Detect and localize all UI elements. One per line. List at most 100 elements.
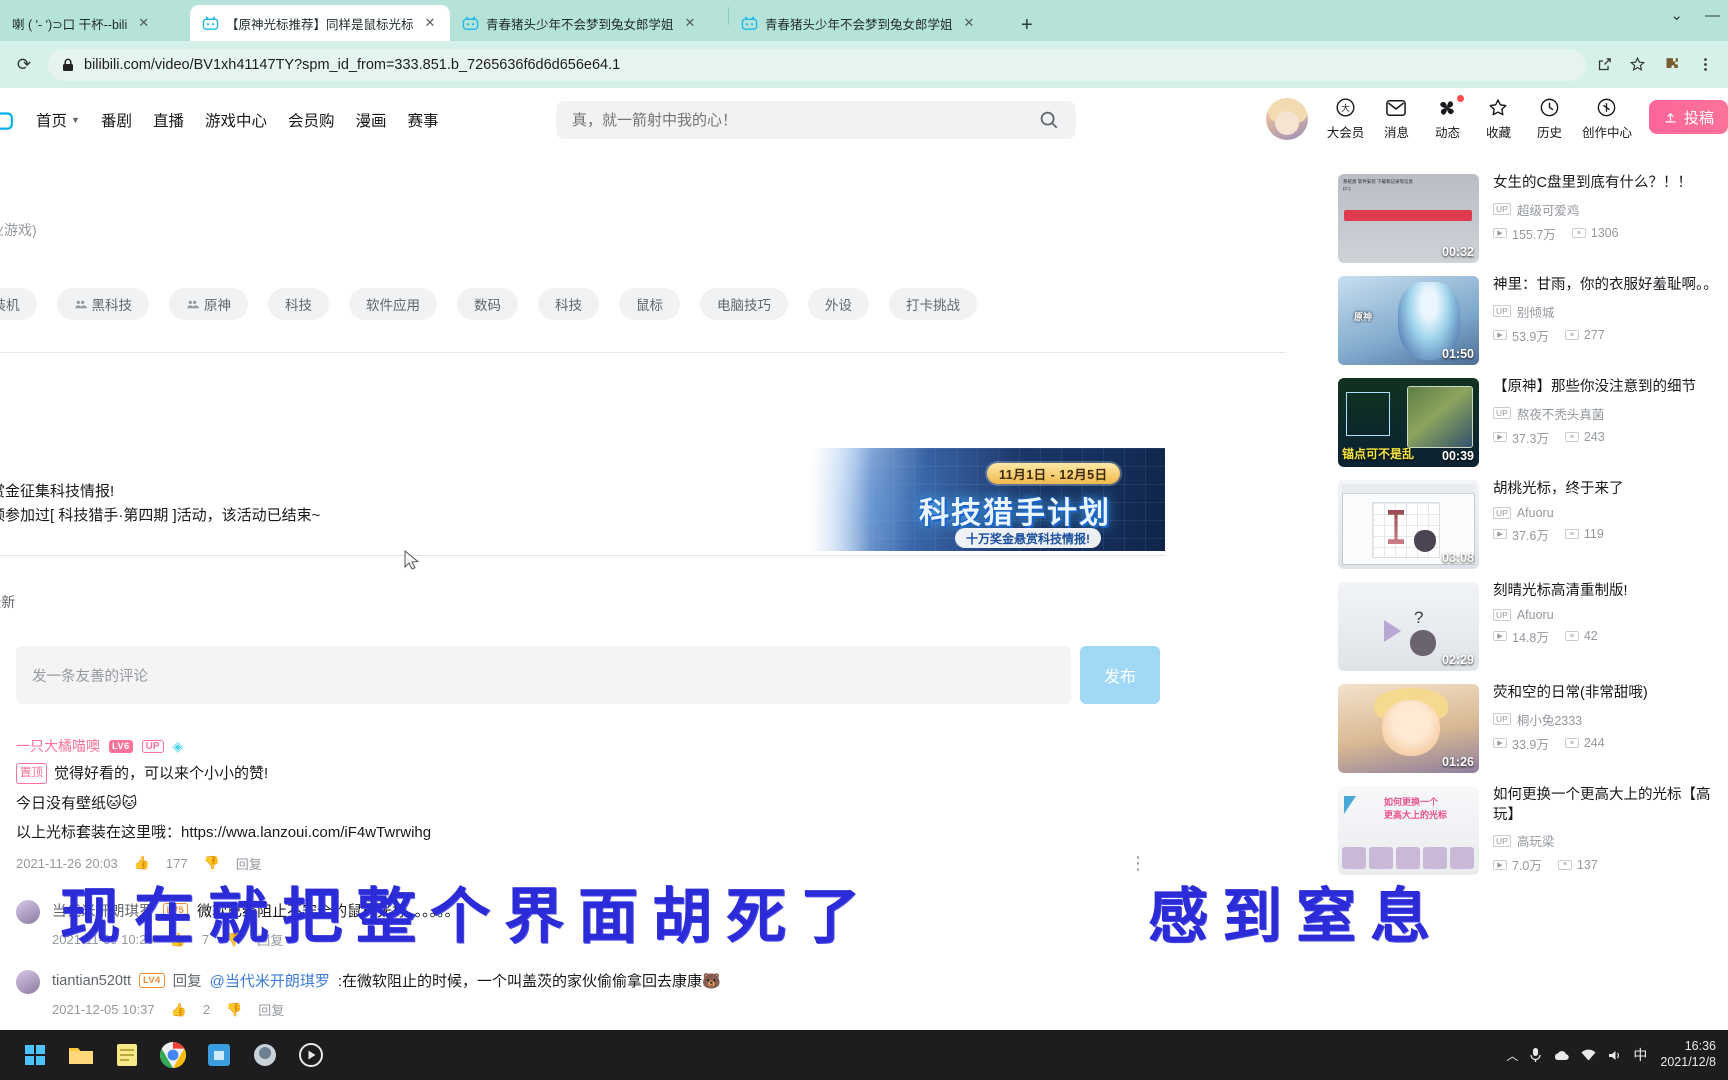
reply-button[interactable]: 回复	[258, 1000, 284, 1019]
reload-icon[interactable]: ⟳	[10, 51, 38, 79]
recommend-item-1[interactable]: 原神 01:50 神里：甘雨，你的衣服好羞耻啊。。 UP 别倾城 ▶ 53.9万	[1338, 276, 1728, 365]
comment-link-text[interactable]: 以上光标套装在这里哦：https://wwa.lanzoui.com/iF4wT…	[16, 824, 431, 841]
comment-author[interactable]: 一只大橘喵噢	[16, 736, 100, 756]
media-icon[interactable]	[292, 1036, 330, 1074]
reply-avatar[interactable]	[16, 900, 40, 924]
tag-peripheral[interactable]: 外设	[808, 288, 869, 320]
nav-item-manga[interactable]: 漫画	[356, 109, 387, 131]
video-uploader-row[interactable]: UP 别倾城	[1493, 302, 1728, 321]
search-box[interactable]	[556, 101, 1076, 139]
video-uploader-row[interactable]: UP 桐小兔2333	[1493, 710, 1728, 729]
recommend-item-0[interactable]: 系统盘 软件安装 下载和记录等信息 (C:) 00:32 女生的C盘里到底有什么？…	[1338, 174, 1728, 263]
cloud-icon[interactable]	[1553, 1049, 1570, 1062]
tag-keji-2[interactable]: 科技	[538, 288, 599, 320]
extensions-puzzle-icon[interactable]	[1662, 56, 1681, 73]
mic-icon[interactable]	[1529, 1047, 1542, 1063]
nav-item-match[interactable]: 赛事	[408, 109, 439, 131]
recommend-item-6[interactable]: 如何更换一个 更高大上的光标 如何更换一个更高大上的光标【高玩】 UP 高玩梁 ▶	[1338, 786, 1728, 875]
video-title[interactable]: 刻晴光标高清重制版!	[1493, 582, 1728, 602]
recommend-item-5[interactable]: 01:26 荧和空的日常(非常甜哦) UP 桐小兔2333 ▶ 33.9万 ≡ …	[1338, 684, 1728, 773]
search-input[interactable]	[572, 111, 1038, 129]
share-icon[interactable]	[1596, 56, 1613, 73]
video-uploader-row[interactable]: UP 高玩梁	[1493, 831, 1728, 850]
header-item-creator[interactable]: 创作中心	[1575, 96, 1639, 141]
upload-button[interactable]: 投稿	[1648, 100, 1728, 134]
activity-box[interactable]: 赏金征集科技情报! 频参加过[ 科技猎手·第四期 ]活动，该活动已结束~ 11月…	[0, 448, 1165, 556]
video-uploader-row[interactable]: UP 超级可爱鸡	[1493, 200, 1728, 219]
video-thumbnail[interactable]: 03:08	[1338, 480, 1479, 569]
header-item-favorites[interactable]: 收藏	[1473, 96, 1524, 141]
browser-tab-2[interactable]: 青春猪头少年不会梦到兔女郎学姐 ✕	[450, 5, 728, 41]
bookmark-star-icon[interactable]	[1629, 56, 1646, 73]
video-uploader-row[interactable]: UP Afuoru	[1493, 608, 1728, 622]
search-icon[interactable]	[1038, 109, 1060, 131]
chevron-down-icon[interactable]: ▼	[71, 115, 80, 125]
activity-banner[interactable]: 11月1日 - 12月5日 科技猎手计划 十万奖金悬赏科技情报!	[809, 448, 1165, 551]
start-icon[interactable]	[16, 1036, 54, 1074]
browser-tab-3[interactable]: 青春猪头少年不会梦到兔女郎学姐 ✕	[729, 5, 1007, 41]
tag-pc-tips[interactable]: 电脑技巧	[700, 288, 788, 320]
video-title[interactable]: 女生的C盘里到底有什么？！！	[1493, 174, 1728, 194]
nav-item-live[interactable]: 直播	[153, 109, 184, 131]
ime-icon[interactable]: 中	[1633, 1045, 1647, 1065]
chevron-up-icon[interactable]: ︿	[1506, 1047, 1518, 1064]
tab-close-icon[interactable]: ✕	[685, 15, 696, 31]
browser-tab-1[interactable]: 【原神光标推荐】同样是鼠标光标 ✕	[190, 5, 450, 41]
game-icon[interactable]	[246, 1036, 284, 1074]
video-thumbnail[interactable]: 原神 01:50	[1338, 276, 1479, 365]
minimize-button[interactable]: —	[1705, 7, 1720, 24]
tab-close-icon[interactable]: ✕	[425, 15, 436, 31]
video-thumbnail[interactable]: 如何更换一个 更高大上的光标	[1338, 786, 1479, 875]
video-thumbnail[interactable]: 系统盘 软件安装 下载和记录等信息 (C:) 00:32	[1338, 174, 1479, 263]
nav-item-vipshop[interactable]: 会员购	[288, 109, 335, 131]
video-title[interactable]: 【原神】那些你没注意到的细节	[1493, 378, 1728, 398]
store-icon[interactable]	[200, 1036, 238, 1074]
new-tab-button[interactable]: +	[1007, 15, 1047, 41]
sort-new-button[interactable]: 最新	[0, 592, 15, 612]
header-item-big-member[interactable]: 大 大会员	[1320, 96, 1371, 141]
nav-item-home[interactable]: 首页 ▼	[36, 109, 80, 131]
browser-tab-0[interactable]: 喇 ( '- ')⊃口 干杯--bili ✕	[0, 5, 190, 41]
tag-mouse[interactable]: 鼠标	[619, 288, 680, 320]
tag-software[interactable]: 软件应用	[349, 288, 437, 320]
post-comment-button[interactable]: 发布	[1080, 646, 1160, 704]
bilibili-logo-icon[interactable]	[0, 107, 14, 133]
reply-author[interactable]: tiantian520tt	[52, 973, 131, 989]
tab-close-icon[interactable]: ✕	[964, 15, 975, 31]
browser-menu-icon[interactable]	[1697, 56, 1714, 73]
tag-yuanshen[interactable]: 原神	[169, 288, 248, 320]
recommend-item-4[interactable]: ? 02:29 刻晴光标高清重制版! UP Afuoru ▶ 14.8万 ≡ 4…	[1338, 582, 1728, 671]
header-item-messages[interactable]: 消息	[1371, 96, 1422, 141]
nav-item-bangumi[interactable]: 番剧	[101, 109, 132, 131]
taskbar-clock[interactable]: 16:36 2021/12/8	[1660, 1039, 1716, 1070]
video-thumbnail[interactable]: ? 02:29	[1338, 582, 1479, 671]
video-title[interactable]: 荧和空的日常(非常甜哦)	[1493, 684, 1728, 704]
tag-zhuangji[interactable]: 装机	[0, 288, 37, 320]
header-item-history[interactable]: 历史	[1524, 96, 1575, 141]
video-uploader-row[interactable]: UP 熬夜不秃头真菌	[1493, 404, 1728, 423]
volume-icon[interactable]	[1607, 1049, 1622, 1062]
network-icon[interactable]	[1581, 1049, 1596, 1062]
chrome-icon[interactable]	[154, 1036, 192, 1074]
nav-item-gamecenter[interactable]: 游戏中心	[205, 109, 267, 131]
tab-search-chevron-icon[interactable]: ⌄	[1670, 6, 1683, 24]
recommend-item-3[interactable]: 03:08 胡桃光标，终于来了 UP Afuoru ▶ 37.6万 ≡ 119	[1338, 480, 1728, 569]
reply-avatar[interactable]	[16, 970, 40, 994]
recommend-item-2[interactable]: 锚点可不是乱 00:39 【原神】那些你没注意到的细节 UP 熬夜不秃头真菌 ▶	[1338, 378, 1728, 467]
notepad-icon[interactable]	[108, 1036, 146, 1074]
header-item-dynamic[interactable]: 动态	[1422, 95, 1473, 141]
dislike-icon[interactable]: 👎	[226, 1002, 242, 1018]
avatar[interactable]	[1265, 98, 1308, 140]
file-explorer-icon[interactable]	[62, 1036, 100, 1074]
address-bar[interactable]: bilibili.com/video/BV1xh41147TY?spm_id_f…	[48, 48, 1586, 81]
video-thumbnail[interactable]: 锚点可不是乱 00:39	[1338, 378, 1479, 467]
video-thumbnail[interactable]: 01:26	[1338, 684, 1479, 773]
tab-close-icon[interactable]: ✕	[138, 15, 149, 31]
comment-input[interactable]: 发一条友善的评论	[16, 646, 1071, 704]
video-title[interactable]: 胡桃光标，终于来了	[1493, 480, 1728, 500]
tag-digital[interactable]: 数码	[457, 288, 518, 320]
tag-heikeji[interactable]: 黑科技	[56, 288, 149, 320]
tag-checkin-challenge[interactable]: 打卡挑战	[889, 288, 977, 320]
like-icon[interactable]: 👍	[171, 1002, 187, 1018]
reply-mention[interactable]: @当代米开朗琪罗	[210, 970, 330, 991]
